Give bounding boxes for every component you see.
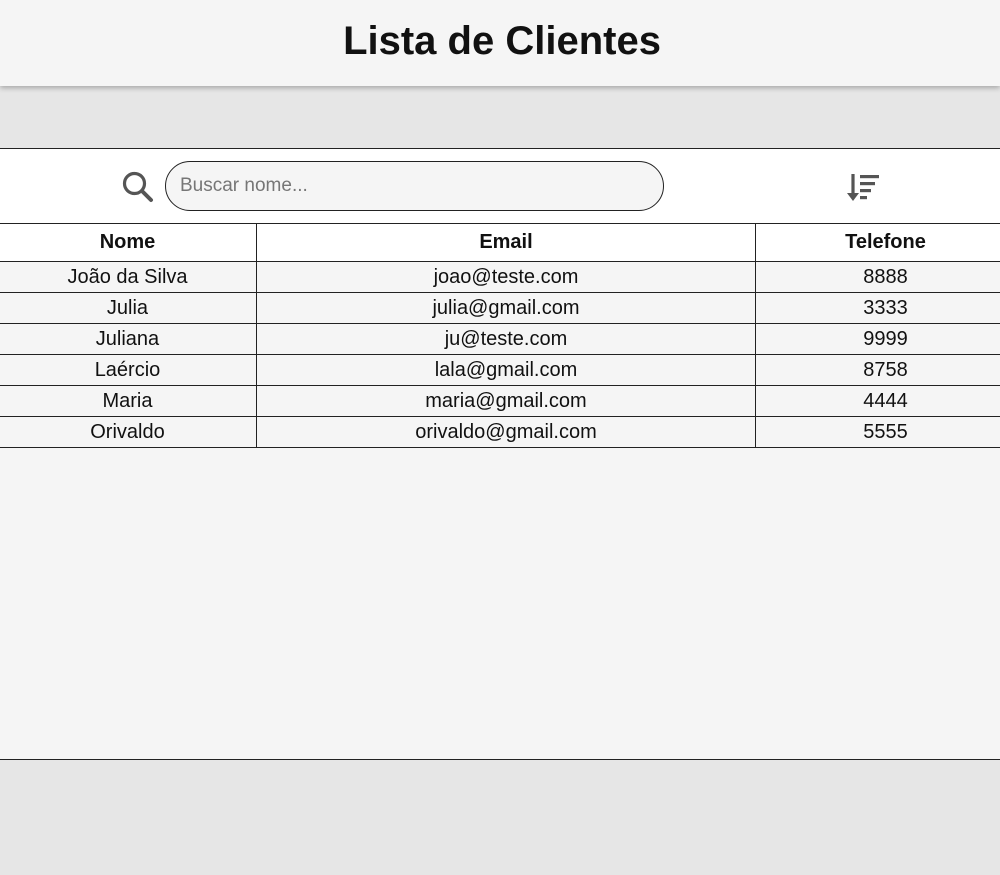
table-row[interactable]: Laércio lala@gmail.com 8758: [0, 354, 1000, 386]
cell-email: ju@teste.com: [256, 323, 756, 355]
table-header-row: Nome Email Telefone: [0, 223, 1000, 262]
cell-email: orivaldo@gmail.com: [256, 416, 756, 448]
cell-telefone: 8758: [755, 354, 1000, 386]
cell-nome: Juliana: [0, 323, 257, 355]
cell-nome: Laércio: [0, 354, 257, 386]
toolbar: [0, 149, 1000, 223]
cell-email: lala@gmail.com: [256, 354, 756, 386]
cell-email: joao@teste.com: [256, 261, 756, 293]
table-row[interactable]: Julia julia@gmail.com 3333: [0, 292, 1000, 324]
cell-telefone: 9999: [755, 323, 1000, 355]
clients-table: Nome Email Telefone João da Silva joao@t…: [0, 223, 1000, 448]
cell-nome: Maria: [0, 385, 257, 417]
cell-nome: Julia: [0, 292, 257, 324]
cell-email: maria@gmail.com: [256, 385, 756, 417]
sort-button[interactable]: [845, 171, 883, 203]
column-header-nome[interactable]: Nome: [0, 223, 257, 262]
search-icon[interactable]: [122, 171, 154, 203]
column-header-telefone[interactable]: Telefone: [755, 223, 1000, 262]
clients-panel: Nome Email Telefone João da Silva joao@t…: [0, 148, 1000, 760]
cell-telefone: 8888: [755, 261, 1000, 293]
cell-nome: João da Silva: [0, 261, 257, 293]
search-input[interactable]: [165, 161, 664, 211]
page-header: Lista de Clientes: [0, 0, 1000, 86]
cell-nome: Orivaldo: [0, 416, 257, 448]
cell-telefone: 3333: [755, 292, 1000, 324]
cell-telefone: 5555: [755, 416, 1000, 448]
sort-descending-icon: [847, 174, 879, 201]
column-header-email[interactable]: Email: [256, 223, 756, 262]
page-title: Lista de Clientes: [343, 19, 661, 63]
table-row[interactable]: João da Silva joao@teste.com 8888: [0, 261, 1000, 293]
cell-telefone: 4444: [755, 385, 1000, 417]
cell-email: julia@gmail.com: [256, 292, 756, 324]
table-row[interactable]: Orivaldo orivaldo@gmail.com 5555: [0, 416, 1000, 448]
table-row[interactable]: Juliana ju@teste.com 9999: [0, 323, 1000, 355]
table-row[interactable]: Maria maria@gmail.com 4444: [0, 385, 1000, 417]
